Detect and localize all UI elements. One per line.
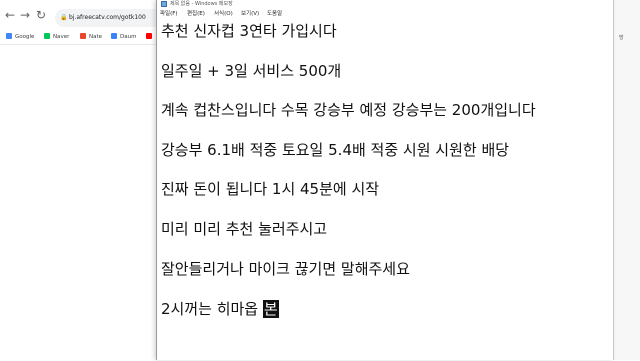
menu-help[interactable]: 도움말 (267, 9, 282, 19)
text-line-2: 일주일 + 3일 서비스 500개 (161, 62, 342, 80)
bookmark-daum[interactable]: Daum (111, 32, 136, 42)
ime-composing-char: 본 (262, 300, 279, 318)
bookmark-nate[interactable]: Nate (80, 32, 102, 42)
text-line-1: 추천 신자컵 3연타 가입시다 (161, 22, 337, 40)
youtube-icon (146, 33, 152, 39)
notepad-window: 제목 없음 - Windows 메모장 파일(F) 편집(E) 서식(O) 보기… (156, 0, 614, 360)
right-side-panel: 방 (612, 0, 640, 360)
menu-edit[interactable]: 편집(E) (187, 9, 205, 19)
text-line-8: 2시꺼는 히마옵 본 (161, 299, 279, 319)
text-line-8-content: 2시꺼는 히마옵 (161, 300, 259, 318)
google-icon (6, 33, 12, 39)
notepad-menubar: 파일(F) 편집(E) 서식(O) 보기(V) 도움말 (157, 9, 613, 19)
menu-file[interactable]: 파일(F) (160, 9, 178, 19)
text-line-5: 진짜 돈이 됩니다 1시 45분에 시작 (161, 180, 380, 198)
menu-format[interactable]: 서식(O) (214, 9, 233, 19)
notepad-icon (161, 1, 167, 7)
menu-view[interactable]: 보기(V) (241, 9, 259, 19)
text-line-4: 강승부 6.1배 적중 토요일 5.4배 적중 시원 시원한 배당 (161, 141, 510, 159)
text-line-7: 잘안들리거나 마이크 끊기면 말해주세요 (161, 260, 410, 278)
notepad-title: 제목 없음 - Windows 메모장 (170, 1, 233, 7)
lock-icon: 🔒 (60, 14, 68, 21)
forward-icon[interactable]: → (20, 9, 30, 21)
address-bar[interactable]: 🔒 bj.afreecatv.com/gotk100 (55, 9, 165, 27)
nate-icon (80, 33, 86, 39)
text-line-6: 미리 미리 추천 눌러주시고 (161, 220, 328, 238)
notepad-text-area[interactable]: 추천 신자컵 3연타 가입시다 일주일 + 3일 서비스 500개 계속 컵찬스… (157, 19, 613, 360)
notepad-titlebar[interactable]: 제목 없음 - Windows 메모장 (157, 0, 613, 9)
daum-icon (111, 33, 117, 39)
reload-icon[interactable]: ↻ (36, 9, 46, 21)
text-line-3: 계속 컵찬스입니다 수목 강승부 예정 강승부는 200개입니다 (161, 101, 536, 119)
naver-icon (44, 33, 50, 39)
address-bar-url: bj.afreecatv.com/gotk100 (69, 14, 146, 21)
bookmark-youtube[interactable] (146, 32, 155, 42)
side-panel-label: 방 (619, 35, 624, 41)
bookmark-naver[interactable]: Naver (44, 32, 69, 42)
bookmark-google[interactable]: Google (6, 32, 34, 42)
back-icon[interactable]: ← (5, 9, 15, 21)
